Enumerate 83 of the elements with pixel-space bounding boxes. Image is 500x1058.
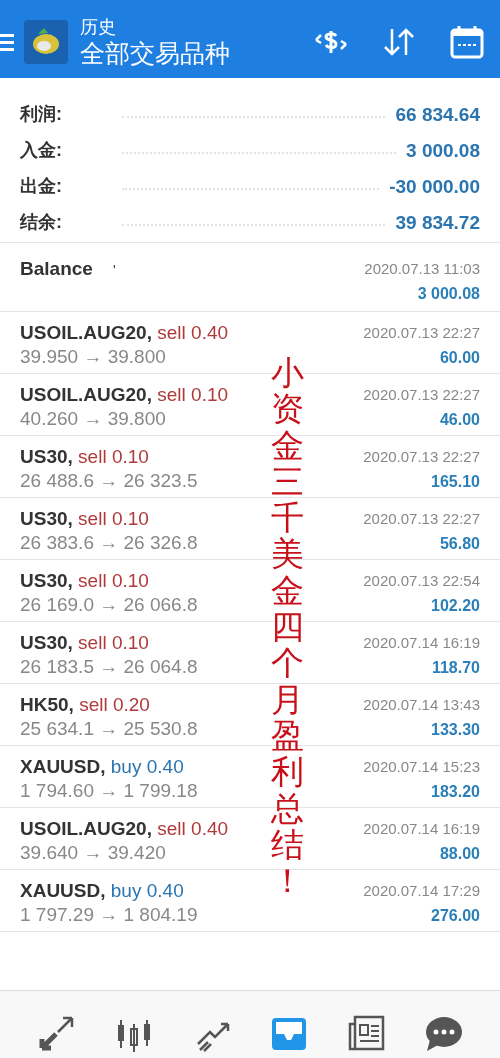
deal-volume: 0.20 [112,694,150,715]
deal-prices: 39.640 → 39.420 [20,841,167,865]
summary-label: 结余: [20,211,62,234]
deal-time: 2020.07.13 22:27 [363,447,480,467]
newspaper-icon [346,1014,385,1052]
deal-side: buy [110,756,142,777]
deal-profit: 46.00 [439,410,480,430]
summary-label: 入金: [20,139,62,162]
annotation-text: 小资金三千美金四个月盈利总结！ [269,355,305,900]
deal-symbol: USOIL.AUG20, [20,384,152,405]
deal-prices: 26 169.0 → 26 066.8 [20,593,198,617]
deal-side: sell [78,632,107,653]
deal-profit: 56.80 [439,534,480,554]
deal-prices: 40.260 → 39.800 [20,407,167,431]
deal-volume: 0.40 [146,756,184,777]
summary-label: 出金: [20,175,62,198]
deal-symbol: HK50, [20,694,74,715]
deal-volume: 0.10 [111,632,149,653]
deal-time: 2020.07.13 22:27 [363,509,480,529]
deal-profit: 118.70 [431,658,480,678]
deal-symbol: US30, [20,446,73,467]
deal-volume: 0.40 [191,818,229,839]
deal-volume: 0.10 [111,446,149,467]
symbol-filter-title[interactable]: 全部交易品种 [80,38,230,68]
deal-side: sell [78,446,107,467]
summary-value: 3 000.08 [406,140,480,162]
deal-symbol: USOIL.AUG20, [20,322,152,343]
deal-prices: 26 383.6 → 26 326.8 [20,531,198,555]
deal-side: sell [78,570,107,591]
deal-time: 2020.07.14 17:29 [363,881,480,901]
app-logo-icon [24,20,68,64]
deal-time: 2020.07.13 22:54 [363,571,480,591]
deal-prices: 26 183.5 → 26 064.8 [20,655,198,679]
deal-prices: 26 488.6 → 26 323.5 [20,469,198,493]
deal-profit: 102.20 [431,596,480,616]
deal-prices: 1 797.29 → 1 804.19 [20,903,198,927]
deal-side: buy [110,880,142,901]
deal-side: sell [79,694,108,715]
deal-profit: 60.00 [439,348,480,368]
deal-symbol: US30, [20,508,73,529]
deal-time: 2020.07.14 15:23 [363,757,480,777]
deal-time: 2020.07.13 22:27 [363,385,480,405]
deal-symbol: XAUUSD, [20,880,106,901]
deal-side: sell [78,508,107,529]
deal-prices: 25 634.1 → 25 530.8 [20,717,198,741]
deal-comment: ' [112,262,116,278]
summary-value: 66 834.64 [395,104,480,126]
deal-profit: 165.10 [431,472,480,492]
summary-value: 39 834.72 [395,212,480,234]
dollar-exchange-icon[interactable] [314,28,348,56]
deal-type: Balance [20,258,93,279]
deal-profit: 88.00 [439,844,480,864]
deal-symbol: USOIL.AUG20, [20,818,152,839]
deal-profit: 183.20 [431,782,480,802]
deal-volume: 0.10 [191,384,229,405]
deal-time: 2020.07.14 16:19 [363,633,480,653]
trade-arrows-icon [37,1014,76,1052]
deal-time: 2020.07.13 11:03 [364,259,480,279]
deal-volume: 0.10 [111,508,149,529]
sort-icon[interactable] [382,27,416,57]
menu-icon[interactable] [0,33,14,51]
deal-volume: 0.40 [191,322,229,343]
deal-prices: 39.950 → 39.800 [20,345,167,369]
deal-time: 2020.07.14 13:43 [363,695,480,715]
deal-time: 2020.07.14 16:19 [363,819,480,839]
deal-profit: 3 000.08 [417,284,480,304]
deal-prices: 1 794.60 → 1 799.18 [20,779,198,803]
deal-side: sell [157,384,186,405]
calendar-icon[interactable] [450,25,484,59]
deal-time: 2020.07.13 22:27 [363,323,480,343]
deal-side: sell [157,818,186,839]
deal-volume: 0.40 [146,880,184,901]
deal-profit: 276.00 [431,906,480,926]
chat-bubble-icon [424,1014,463,1052]
deal-symbol: US30, [20,570,73,591]
screen-title: 历史 [80,16,117,38]
deal-symbol: XAUUSD, [20,756,106,777]
deal-volume: 0.10 [111,570,149,591]
summary-value: -30 000.00 [389,176,480,198]
deal-side: sell [157,322,186,343]
deal-symbol: US30, [20,632,73,653]
deal-profit: 133.30 [431,720,480,740]
summary-label: 利润: [20,103,62,126]
